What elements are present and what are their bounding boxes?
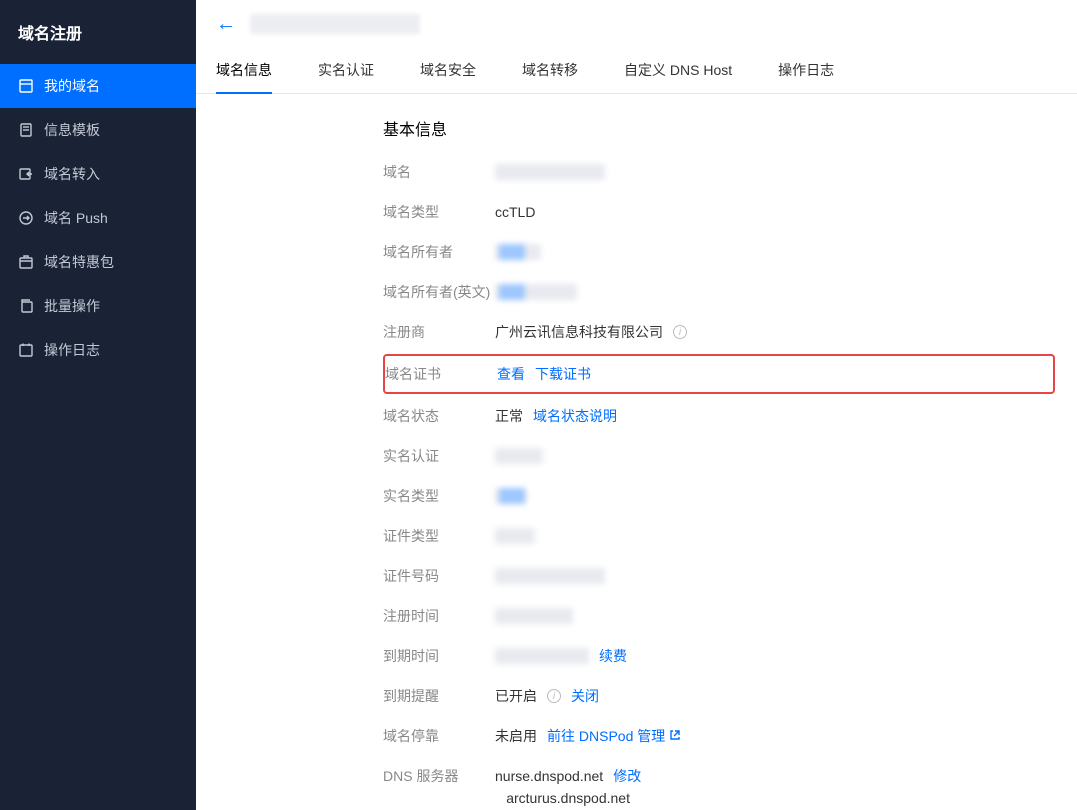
main-content: ← 域名信息 实名认证 域名安全 域名转移 自定义 DNS Host 操作日志 … — [196, 0, 1077, 810]
label-realtype: 实名类型 — [383, 486, 495, 506]
tab-operation-log[interactable]: 操作日志 — [778, 52, 834, 94]
value-realname-redacted — [495, 448, 543, 464]
value-owner-en-redacted — [495, 284, 577, 300]
sidebar-item-label: 域名转入 — [44, 164, 100, 184]
value-domain-redacted — [495, 164, 605, 180]
value-registrar: 广州云讯信息科技有限公司 — [495, 322, 663, 342]
value-exptime-redacted — [495, 648, 589, 664]
label-expiry-remind: 到期提醒 — [383, 686, 495, 706]
link-close-remind[interactable]: 关闭 — [571, 686, 599, 706]
label-owner-en: 域名所有者(英文) — [383, 282, 495, 302]
highlight-cert-row: 域名证书 查看 下载证书 — [383, 354, 1055, 394]
row-domain-type: 域名类型 ccTLD — [383, 202, 1055, 222]
sidebar-item-label: 批量操作 — [44, 296, 100, 316]
info-icon[interactable]: i — [547, 689, 561, 703]
sidebar-item-label: 域名 Push — [44, 208, 108, 228]
value-realtype-redacted — [495, 488, 527, 504]
sidebar-title: 域名注册 — [0, 0, 196, 64]
value-status: 正常 — [495, 406, 523, 426]
value-idnum-redacted — [495, 568, 605, 584]
back-arrow-icon[interactable]: ← — [216, 14, 236, 34]
label-status: 域名状态 — [383, 406, 495, 426]
label-dns: DNS 服务器 — [383, 766, 495, 786]
label-domain-type: 域名类型 — [383, 202, 495, 222]
log-icon — [18, 342, 34, 358]
sidebar-nav: 我的域名 信息模板 域名转入 域名 Push — [0, 64, 196, 372]
label-registrar: 注册商 — [383, 322, 495, 342]
domain-icon — [18, 78, 34, 94]
label-domain: 域名 — [383, 162, 495, 182]
link-renew[interactable]: 续费 — [599, 646, 627, 666]
page-header: ← — [196, 0, 1077, 40]
label-exptime: 到期时间 — [383, 646, 495, 666]
sidebar-item-batch-ops[interactable]: 批量操作 — [0, 284, 196, 328]
label-owner: 域名所有者 — [383, 242, 495, 262]
link-dnspod-manage[interactable]: 前往 DNSPod 管理 — [547, 726, 681, 746]
sidebar-item-my-domains[interactable]: 我的域名 — [0, 64, 196, 108]
push-icon — [18, 210, 34, 226]
label-regtime: 注册时间 — [383, 606, 495, 626]
sidebar-item-domain-push[interactable]: 域名 Push — [0, 196, 196, 240]
value-regtime-redacted — [495, 608, 573, 624]
row-expiry-remind: 到期提醒 已开启 i 关闭 — [383, 686, 1055, 706]
sidebar-item-label: 域名特惠包 — [44, 252, 114, 272]
basic-info-panel: 基本信息 域名 域名类型 ccTLD 域名所有者 — [361, 116, 1077, 806]
section-title: 基本信息 — [383, 116, 1055, 140]
sidebar-item-op-log[interactable]: 操作日志 — [0, 328, 196, 372]
row-domain-park: 域名停靠 未启用 前往 DNSPod 管理 — [383, 726, 1055, 746]
package-icon — [18, 254, 34, 270]
sidebar-item-domain-transfer-in[interactable]: 域名转入 — [0, 152, 196, 196]
sidebar-item-info-template[interactable]: 信息模板 — [0, 108, 196, 152]
row-idnum: 证件号码 — [383, 566, 1055, 586]
tab-security[interactable]: 域名安全 — [420, 52, 476, 94]
label-idnum: 证件号码 — [383, 566, 495, 586]
label-idtype: 证件类型 — [383, 526, 495, 546]
page-title-redacted — [250, 14, 420, 34]
tab-transfer[interactable]: 域名转移 — [522, 52, 578, 94]
sidebar: 域名注册 我的域名 信息模板 域名转入 — [0, 0, 196, 810]
row-dns-servers: DNS 服务器 nurse.dnspod.net 修改 arcturus.dns… — [383, 766, 1055, 806]
row-owner: 域名所有者 — [383, 242, 1055, 262]
link-status-explain[interactable]: 域名状态说明 — [533, 406, 617, 426]
tab-custom-dns-host[interactable]: 自定义 DNS Host — [624, 52, 732, 94]
row-owner-en: 域名所有者(英文) — [383, 282, 1055, 302]
transfer-in-icon — [18, 166, 34, 182]
value-owner-redacted — [495, 244, 541, 260]
value-dns2: arcturus.dnspod.net — [506, 790, 630, 806]
link-view-cert[interactable]: 查看 — [497, 364, 525, 384]
row-cert: 域名证书 查看 下载证书 — [385, 364, 1053, 384]
label-domain-park: 域名停靠 — [383, 726, 495, 746]
external-link-icon — [669, 729, 681, 741]
value-domain-type: ccTLD — [495, 204, 535, 220]
link-download-cert[interactable]: 下载证书 — [535, 364, 591, 384]
row-status: 域名状态 正常 域名状态说明 — [383, 406, 1055, 426]
tabs: 域名信息 实名认证 域名安全 域名转移 自定义 DNS Host 操作日志 — [196, 40, 1077, 94]
value-dns1: nurse.dnspod.net — [495, 768, 603, 784]
sidebar-item-label: 操作日志 — [44, 340, 100, 360]
row-idtype: 证件类型 — [383, 526, 1055, 546]
batch-icon — [18, 298, 34, 314]
row-realname: 实名认证 — [383, 446, 1055, 466]
value-expiry-remind: 已开启 — [495, 686, 537, 706]
template-icon — [18, 122, 34, 138]
value-domain-park: 未启用 — [495, 726, 537, 746]
sidebar-item-domain-package[interactable]: 域名特惠包 — [0, 240, 196, 284]
row-realtype: 实名类型 — [383, 486, 1055, 506]
row-exptime: 到期时间 续费 — [383, 646, 1055, 666]
tab-domain-info[interactable]: 域名信息 — [216, 52, 272, 94]
label-realname: 实名认证 — [383, 446, 495, 466]
sidebar-item-label: 信息模板 — [44, 120, 100, 140]
label-cert: 域名证书 — [385, 364, 497, 384]
value-idtype-redacted — [495, 528, 535, 544]
link-modify-dns[interactable]: 修改 — [613, 766, 641, 786]
sidebar-item-label: 我的域名 — [44, 76, 100, 96]
row-regtime: 注册时间 — [383, 606, 1055, 626]
row-registrar: 注册商 广州云讯信息科技有限公司 i — [383, 322, 1055, 342]
row-domain: 域名 — [383, 162, 1055, 182]
tab-realname[interactable]: 实名认证 — [318, 52, 374, 94]
info-icon[interactable]: i — [673, 325, 687, 339]
